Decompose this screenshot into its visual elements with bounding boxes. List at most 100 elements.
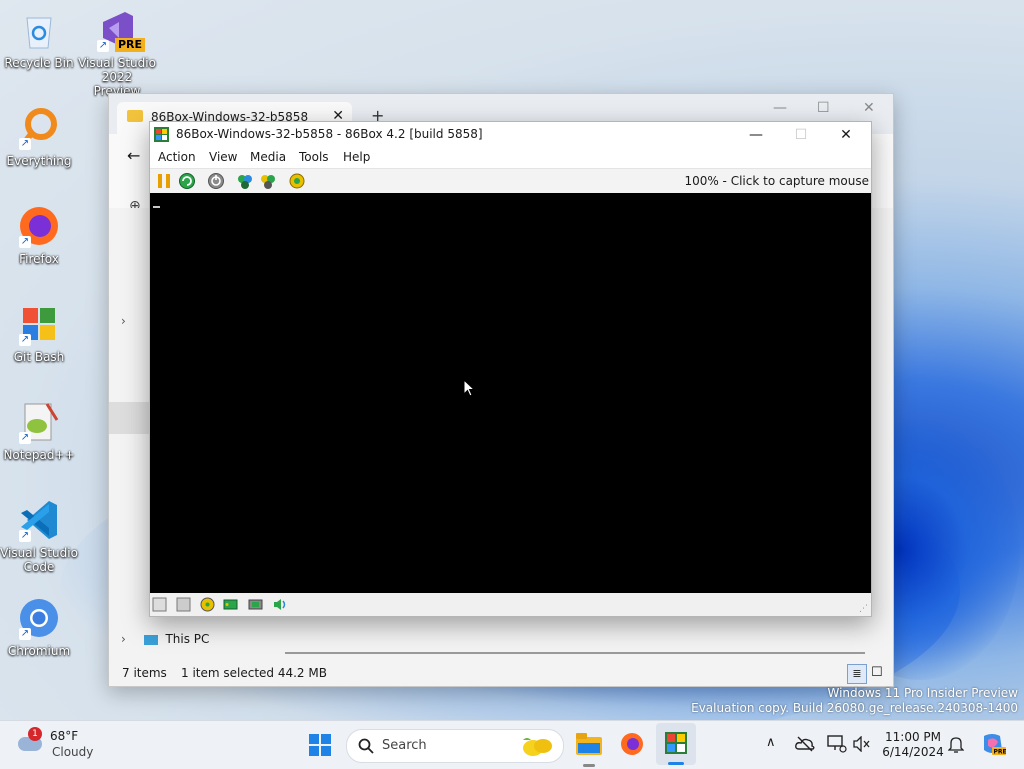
monitor-icon	[143, 634, 158, 645]
taskbar-search-box[interactable]: Search	[346, 729, 564, 763]
weather-temperature: 68°F	[50, 729, 79, 743]
desktop-icon-label: Chromium	[7, 644, 71, 658]
hard-reset-icon[interactable]	[178, 172, 196, 190]
86box-window-title: 86Box-Windows-32-b5858 - 86Box 4.2 [buil…	[176, 127, 483, 141]
vscode-icon: ↗	[17, 498, 61, 542]
firefox-icon: ↗	[17, 204, 61, 248]
weather-alert-badge: 1	[28, 727, 42, 741]
tray-overflow-chevron-icon[interactable]: ∧	[766, 735, 776, 750]
running-indicator	[583, 764, 595, 767]
shortcut-arrow-icon: ↗	[19, 432, 31, 444]
hard-disk-icon[interactable]	[223, 597, 238, 612]
details-view-icon[interactable]: ≣	[847, 664, 867, 684]
folder-icon	[127, 110, 143, 122]
mouse-pointer-icon	[463, 379, 475, 397]
firefox-taskbar-icon[interactable]	[620, 732, 644, 756]
desktop-icon-label: Notepad++	[3, 448, 75, 462]
watermark-edition: Windows 11 Pro Insider Preview	[827, 686, 1018, 700]
capture-mouse-status[interactable]: 100% - Click to capture mouse	[684, 174, 869, 188]
weather-description: Cloudy	[52, 745, 94, 759]
acpi-shutdown-icon[interactable]	[207, 172, 225, 190]
taskbar-clock[interactable]: 11:00 PM 6/14/2024	[880, 730, 946, 760]
status-item-count: 7 items	[122, 666, 167, 680]
desktop-icon-label: Visual Studio 2022 Preview	[78, 56, 156, 98]
preview-badge: PRE	[114, 38, 145, 52]
menu-view[interactable]: View	[209, 150, 237, 164]
menu-tools[interactable]: Tools	[299, 150, 329, 164]
shortcut-arrow-icon: ↗	[19, 628, 31, 640]
desktop-icon-notepad-plus-plus[interactable]: ↗ Notepad++	[0, 400, 78, 462]
explorer-minimize-icon[interactable]: —	[773, 100, 787, 116]
menu-help[interactable]: Help	[343, 150, 370, 164]
watermark-build: Evaluation copy. Build 26080.ge_release.…	[691, 701, 1018, 715]
ctrl-alt-del-icon[interactable]	[236, 172, 254, 190]
86box-titlebar[interactable]: 86Box-Windows-32-b5858 - 86Box 4.2 [buil…	[150, 122, 871, 148]
desktop-icon-visual-studio-2022-preview[interactable]: PRE ↗ Visual Studio 2022 Preview	[78, 8, 156, 98]
explorer-close-icon[interactable]: ✕	[863, 100, 875, 116]
sidebar-item-this-pc[interactable]: › This PC	[121, 632, 209, 646]
volume-muted-icon[interactable]	[853, 736, 871, 752]
search-highlight-lemon-icon	[523, 738, 552, 756]
back-arrow-icon[interactable]: ←	[127, 146, 140, 165]
network-status-icon[interactable]	[827, 735, 847, 753]
86box-app-icon	[154, 127, 169, 142]
taskbar: 1 68°F Cloudy Search ∧ 11:00 PM 6/14/202…	[0, 720, 1024, 769]
emulator-screen[interactable]	[150, 193, 871, 593]
desktop-icon-visual-studio-code[interactable]: ↗ Visual Studio Code	[0, 498, 78, 574]
86box-statusbar: ⋰	[150, 593, 871, 616]
floppy-a-icon[interactable]	[152, 597, 167, 612]
copilot-preview-icon[interactable]: PRE	[980, 732, 1006, 756]
cdrom-icon[interactable]	[200, 597, 215, 612]
settings-gear-icon[interactable]	[288, 172, 306, 190]
sidebar-selected-row[interactable]	[109, 402, 151, 434]
network-icon[interactable]	[248, 597, 263, 612]
shortcut-arrow-icon: ↗	[19, 236, 31, 248]
onedrive-offline-icon[interactable]	[795, 736, 815, 752]
sidebar-expand-chevron-icon[interactable]: ›	[121, 314, 126, 328]
everything-search-icon: ↗	[17, 106, 61, 150]
search-icon	[358, 738, 374, 754]
active-indicator	[668, 762, 684, 765]
desktop-icon-label: Recycle Bin	[4, 56, 74, 70]
ctrl-alt-esc-icon[interactable]	[259, 172, 277, 190]
desktop-icon-recycle-bin[interactable]: Recycle Bin	[0, 8, 78, 70]
start-windows-icon[interactable]	[309, 734, 331, 756]
floppy-b-icon[interactable]	[176, 597, 191, 612]
86box-menubar: Action View Media Tools Help	[150, 148, 871, 168]
86box-toolbar: 100% - Click to capture mouse	[150, 168, 871, 194]
clock-time: 11:00 PM	[885, 730, 941, 744]
weather-widget[interactable]: 1 68°F Cloudy	[16, 727, 116, 761]
shortcut-arrow-icon: ↗	[19, 530, 31, 542]
desktop-icon-everything[interactable]: ↗ Everything	[0, 106, 78, 168]
desktop-icon-firefox[interactable]: ↗ Firefox	[0, 204, 78, 266]
close-icon[interactable]: ✕	[824, 124, 868, 146]
clock-date: 6/14/2024	[882, 745, 944, 759]
visual-studio-icon: PRE ↗	[95, 8, 145, 52]
sound-icon[interactable]	[272, 597, 287, 612]
horizontal-scrollbar[interactable]	[285, 652, 865, 654]
desktop-icon-git-bash[interactable]: ↗ Git Bash	[0, 302, 78, 364]
shortcut-arrow-icon: ↗	[19, 138, 31, 150]
pause-icon[interactable]	[155, 172, 173, 190]
tiles-view-icon[interactable]: ☐	[871, 665, 883, 680]
sidebar-item-label: This PC	[165, 632, 210, 646]
desktop-icon-label: Git Bash	[13, 350, 65, 364]
minimize-icon[interactable]: —	[734, 124, 778, 146]
menu-action[interactable]: Action	[158, 150, 196, 164]
file-explorer-taskbar-icon[interactable]	[576, 733, 602, 755]
status-selection: 1 item selected 44.2 MB	[181, 666, 327, 680]
text-cursor	[153, 206, 160, 208]
86box-window[interactable]: 86Box-Windows-32-b5858 - 86Box 4.2 [buil…	[149, 121, 872, 617]
notification-bell-icon[interactable]	[948, 735, 964, 753]
desktop-icon-label: Firefox	[19, 252, 59, 266]
86box-taskbar-button[interactable]	[656, 723, 696, 765]
chevron-right-icon: ›	[121, 632, 126, 646]
recycle-bin-icon	[17, 8, 61, 52]
shortcut-arrow-icon: ↗	[19, 334, 31, 346]
desktop-icon-chromium[interactable]: ↗ Chromium	[0, 596, 78, 658]
resize-grip-icon[interactable]: ⋰	[859, 604, 868, 614]
explorer-maximize-icon[interactable]: ☐	[817, 100, 830, 116]
search-label: Search	[382, 738, 427, 753]
menu-media[interactable]: Media	[250, 150, 286, 164]
maximize-icon[interactable]: ☐	[779, 124, 823, 146]
